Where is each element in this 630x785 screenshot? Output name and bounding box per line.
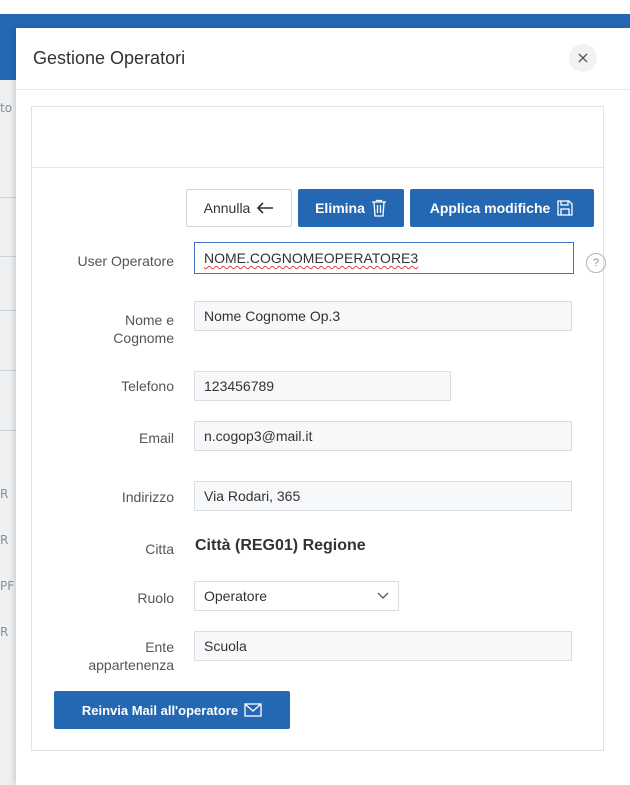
email-label: Email bbox=[138, 430, 174, 446]
background-text: to bbox=[0, 101, 13, 115]
operator-form-card: Annulla Elimina Applica modifiche User O… bbox=[31, 106, 606, 751]
resend-mail-label: Reinvia Mail all'operatore bbox=[81, 702, 239, 718]
help-icon[interactable]: ? bbox=[586, 253, 606, 273]
mail-icon bbox=[244, 703, 262, 717]
resend-mail-button[interactable]: Reinvia Mail all'operatore bbox=[54, 691, 290, 729]
email-value: n.cogop3@mail.it bbox=[204, 428, 313, 444]
apply-changes-button[interactable]: Applica modifiche bbox=[410, 189, 594, 227]
cancel-button-label: Annulla bbox=[203, 200, 251, 216]
delete-button[interactable]: Elimina bbox=[298, 189, 404, 227]
cancel-button[interactable]: Annulla bbox=[186, 189, 292, 227]
phone-input[interactable]: 123456789 bbox=[194, 371, 451, 401]
close-icon: × bbox=[576, 48, 590, 67]
role-select[interactable]: Operatore bbox=[194, 581, 399, 611]
address-input[interactable]: Via Rodari, 365 bbox=[194, 481, 572, 511]
user-input[interactable]: NOME.COGNOMEOPERATORE3 bbox=[194, 242, 574, 274]
background-page-edge: to R R PF R bbox=[0, 80, 16, 785]
operator-dialog: Gestione Operatori × Annulla Elimina App… bbox=[16, 28, 630, 785]
background-text: R bbox=[0, 625, 9, 639]
email-input[interactable]: n.cogop3@mail.it bbox=[194, 421, 572, 451]
user-value: NOME.COGNOMEOPERATORE3 bbox=[204, 250, 419, 266]
name-label-line1: Nome e bbox=[124, 312, 174, 328]
background-divider bbox=[0, 310, 16, 311]
arrow-left-icon bbox=[256, 201, 274, 215]
phone-value: 123456789 bbox=[204, 378, 275, 394]
chevron-down-icon bbox=[377, 592, 389, 600]
background-divider bbox=[0, 197, 16, 198]
save-icon bbox=[556, 199, 574, 217]
entity-value: Scuola bbox=[204, 638, 247, 654]
background-text: R bbox=[0, 533, 9, 547]
background-divider bbox=[0, 256, 16, 257]
name-value: Nome Cognome Op.3 bbox=[204, 308, 341, 324]
city-label: Citta bbox=[145, 541, 174, 557]
address-value: Via Rodari, 365 bbox=[204, 488, 301, 504]
delete-button-label: Elimina bbox=[315, 200, 365, 216]
apply-changes-label: Applica modifiche bbox=[429, 200, 551, 216]
entity-label-line2: appartenenza bbox=[88, 657, 174, 673]
address-label: Indirizzo bbox=[121, 489, 174, 505]
background-text: PF bbox=[0, 579, 15, 593]
dialog-header: Gestione Operatori × bbox=[16, 28, 630, 90]
entity-label: Ente appartenenza bbox=[32, 638, 174, 674]
background-divider bbox=[0, 370, 16, 371]
name-input[interactable]: Nome Cognome Op.3 bbox=[194, 301, 572, 331]
phone-label: Telefono bbox=[121, 378, 174, 394]
close-button[interactable]: × bbox=[569, 44, 597, 72]
trash-icon bbox=[371, 199, 387, 217]
city-value: Città (REG01) Regione bbox=[195, 537, 366, 554]
role-label: Ruolo bbox=[137, 590, 174, 606]
entity-input[interactable]: Scuola bbox=[194, 631, 572, 661]
dialog-title: Gestione Operatori bbox=[33, 48, 186, 68]
name-label: Nome e Cognome bbox=[32, 311, 174, 347]
entity-label-line1: Ente bbox=[145, 639, 174, 655]
card-header-area bbox=[32, 107, 603, 168]
background-divider bbox=[0, 430, 16, 431]
background-text: R bbox=[0, 487, 9, 501]
role-value: Operatore bbox=[204, 588, 268, 604]
user-label: User Operatore bbox=[77, 253, 174, 269]
name-label-line2: Cognome bbox=[113, 330, 174, 346]
